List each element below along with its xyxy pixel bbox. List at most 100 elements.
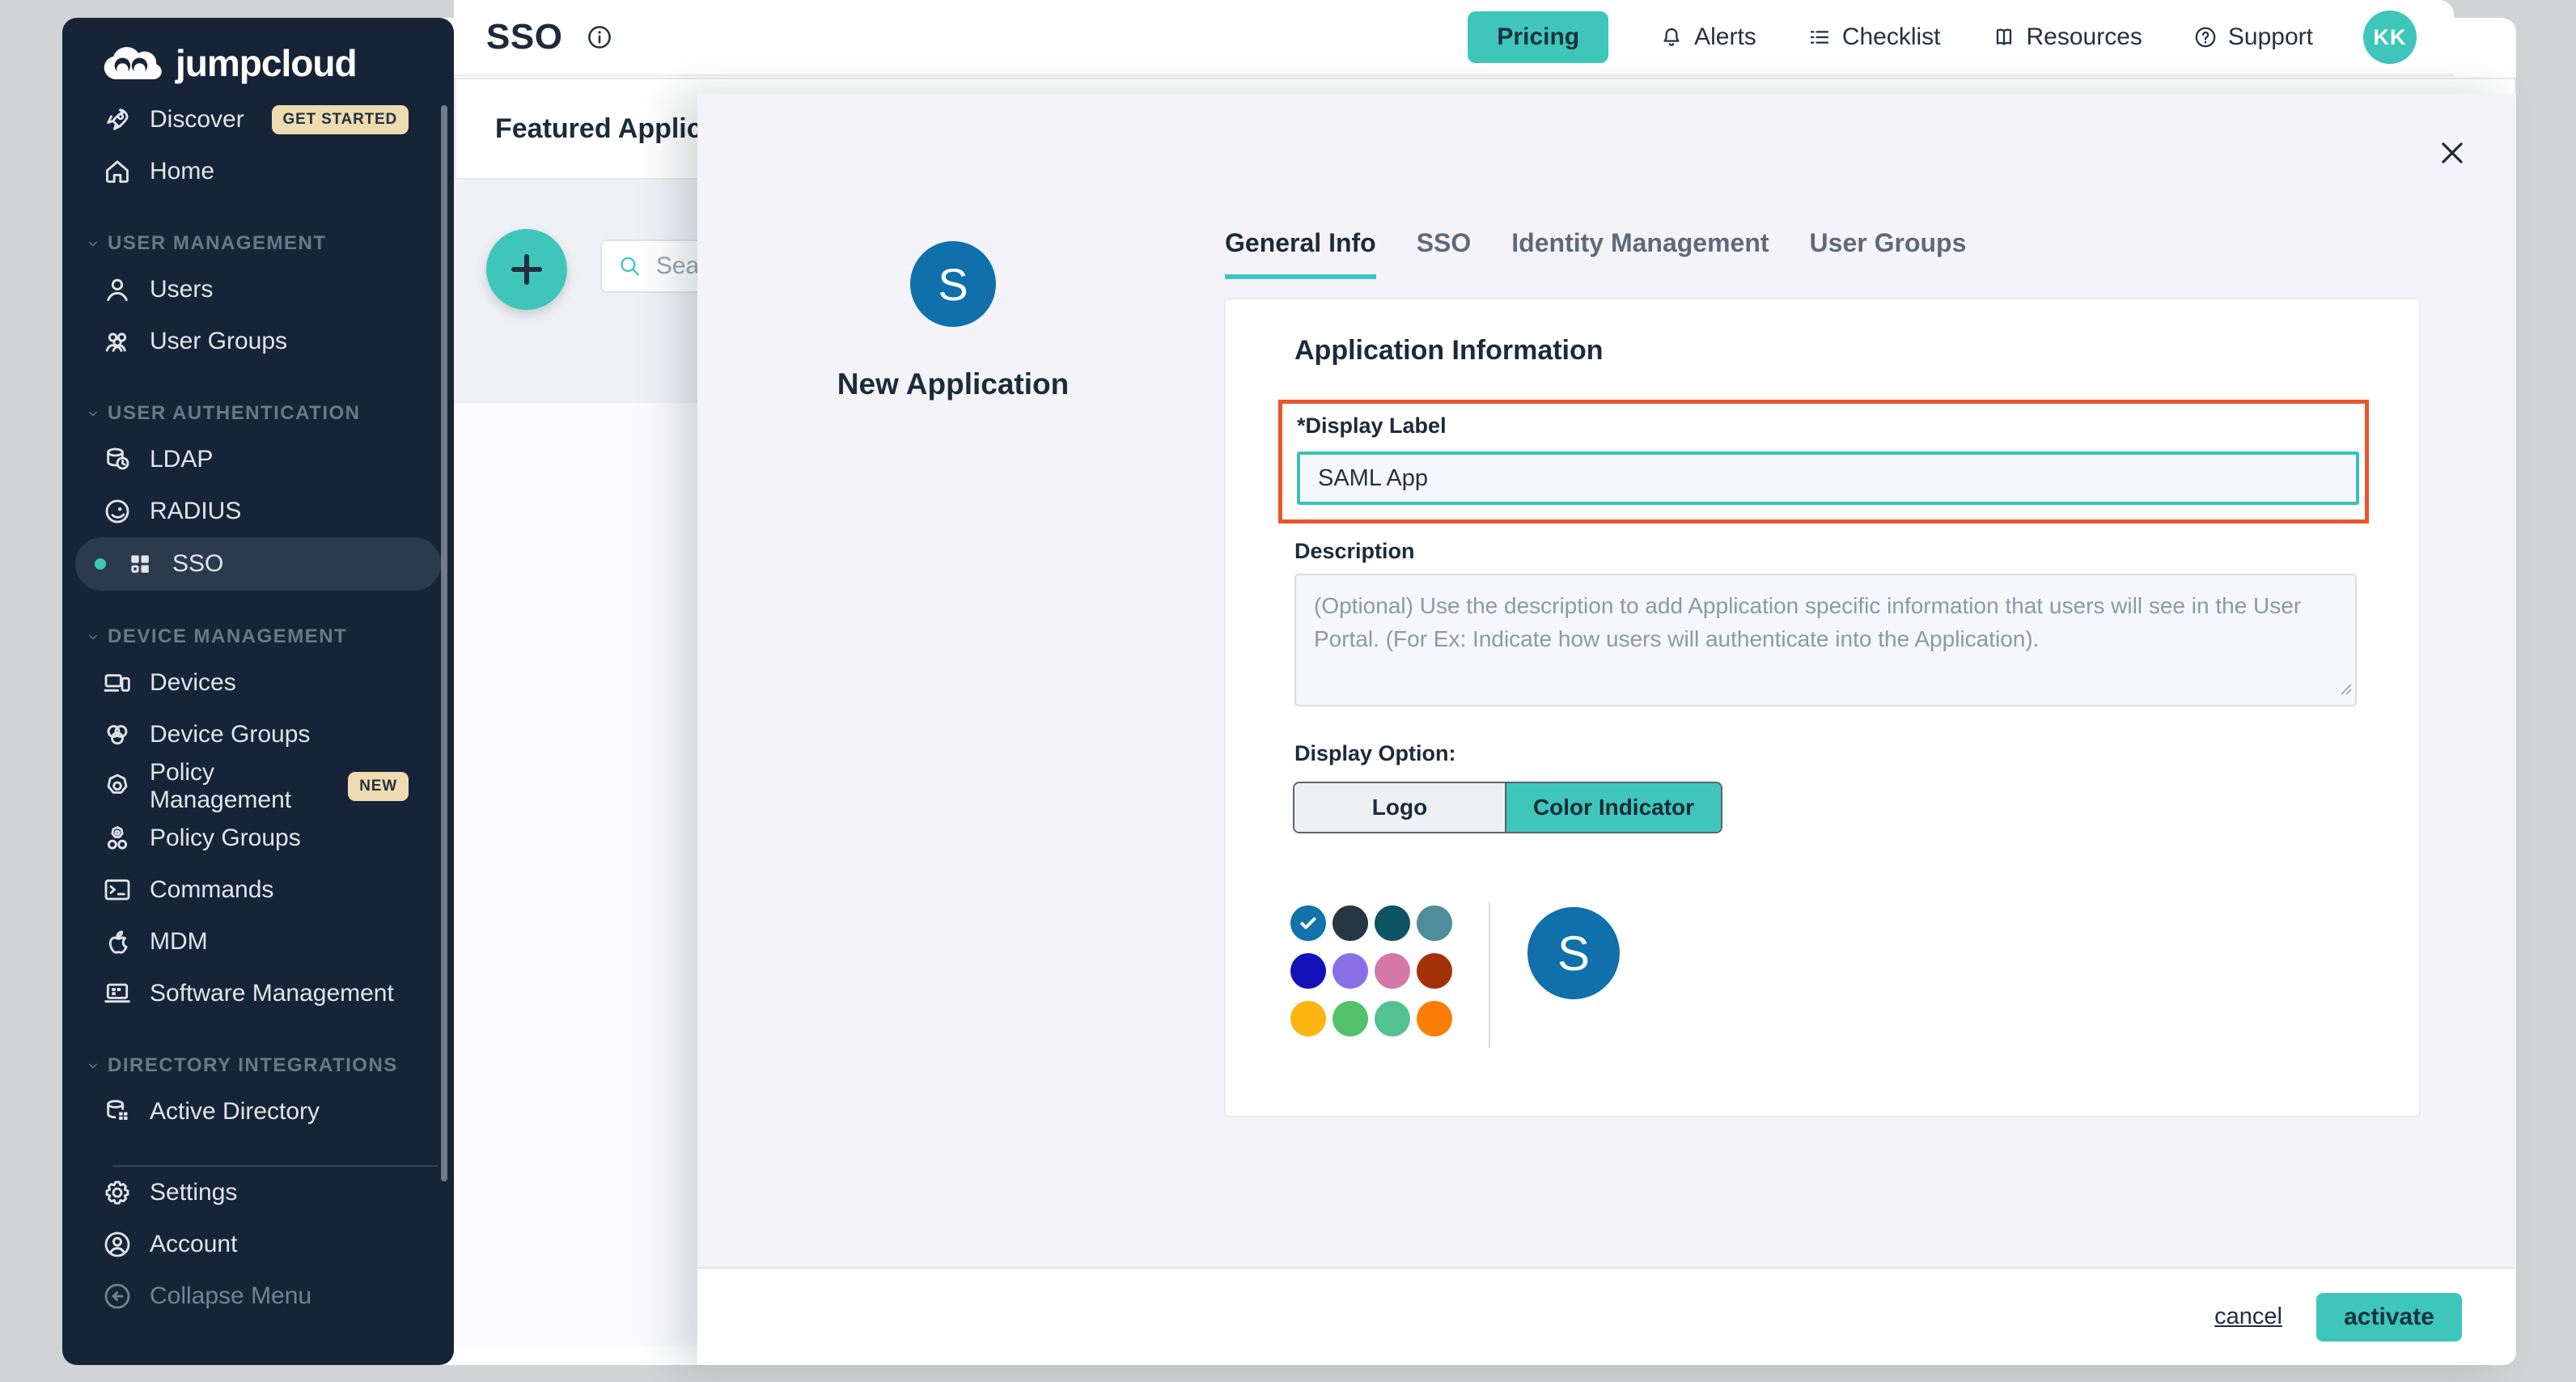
tab-user-groups[interactable]: User Groups [1810, 228, 1967, 279]
sidebar-section: USER AUTHENTICATIONLDAP RADIUS SSO [62, 393, 454, 591]
sidebar-item-label: Commands [150, 876, 273, 904]
sidebar-badge: NEW [348, 772, 409, 801]
grid-icon [124, 548, 156, 580]
sidebar-item-label: Settings [150, 1179, 237, 1206]
cancel-button[interactable]: cancel [2214, 1304, 2282, 1330]
sidebar-section: Discover GET STARTED Home [62, 94, 454, 197]
sidebar-section-header-device-management[interactable]: DEVICE MANAGEMENT [62, 617, 454, 657]
question-icon [2193, 24, 2218, 50]
sidebar-item-label: Policy Management [150, 759, 332, 814]
sidebar-item-label: RADIUS [150, 498, 241, 525]
description-textarea[interactable] [1294, 574, 2357, 706]
brand-name: jumpcloud [176, 41, 357, 85]
sidebar-item-label: Collapse Menu [150, 1282, 311, 1310]
color-swatch-0d5464[interactable] [1375, 905, 1410, 941]
tab-sso[interactable]: SSO [1417, 228, 1472, 279]
sidebar-item-policy-groups[interactable]: Policy Groups [62, 812, 454, 864]
tab-identity-management[interactable]: Identity Management [1511, 228, 1769, 279]
color-preview-badge: S [1527, 907, 1620, 999]
venn-icon [101, 719, 133, 751]
policy-groups-icon [101, 822, 133, 854]
sidebar-item-label: SSO [172, 550, 223, 578]
sidebar-item-users[interactable]: Users [62, 264, 454, 316]
color-swatch-8a70e8[interactable] [1332, 953, 1368, 989]
sidebar-item-ldap[interactable]: LDAP [62, 434, 454, 485]
sidebar-item-policy-management[interactable]: Policy Management NEW [62, 761, 454, 812]
sidebar-item-label: Discover [150, 106, 244, 134]
swatch-preview-divider [1489, 902, 1490, 1048]
color-swatch-1411b8[interactable] [1290, 953, 1326, 989]
top-header: SSO Pricing AlertsChecklistResourcesSupp… [454, 0, 2454, 76]
book-icon [1991, 24, 2017, 50]
gear-icon [101, 1176, 133, 1209]
topnav-checklist[interactable]: Checklist [1807, 23, 1941, 51]
sidebar-item-sso[interactable]: SSO [75, 537, 441, 591]
color-swatch-53c192[interactable] [1375, 1001, 1410, 1036]
sidebar-item-settings[interactable]: Settings [62, 1167, 454, 1219]
display-option-color-indicator[interactable]: Color Indicator [1506, 783, 1721, 832]
application-name: New Application [751, 367, 1155, 401]
jumpcloud-cloud-icon [101, 42, 163, 84]
color-swatch-a33209[interactable] [1417, 953, 1452, 989]
topnav-support[interactable]: Support [2193, 23, 2313, 51]
sidebar-item-active-directory[interactable]: Active Directory [62, 1086, 454, 1138]
apple-icon [101, 926, 133, 958]
rocket-icon [101, 104, 133, 136]
color-swatch-d578a6[interactable] [1375, 953, 1410, 989]
sidebar-item-label: Account [150, 1231, 237, 1258]
color-swatch-53c169[interactable] [1332, 1001, 1368, 1036]
color-swatch-253745[interactable] [1332, 905, 1368, 941]
sidebar-item-account[interactable]: Account [62, 1219, 454, 1270]
sidebar-item-home[interactable]: Home [62, 146, 454, 197]
plus-icon [504, 247, 549, 292]
sidebar-item-label: Home [150, 158, 214, 185]
color-swatch-f87d09[interactable] [1417, 1001, 1452, 1036]
avatar[interactable]: KK [2363, 11, 2417, 64]
application-initial-badge: S [910, 241, 996, 327]
display-option-logo[interactable]: Logo [1294, 783, 1506, 832]
add-application-button[interactable] [486, 229, 567, 310]
sidebar-section-header-user-management[interactable]: USER MANAGEMENT [62, 223, 454, 264]
sidebar-item-commands[interactable]: Commands [62, 864, 454, 916]
sidebar-badge: GET STARTED [272, 105, 409, 134]
bell-icon [1659, 24, 1684, 50]
sidebar-scrollbar[interactable] [441, 105, 447, 1181]
arrow-left-circle-icon [101, 1280, 133, 1312]
chevron-down-icon [85, 405, 101, 422]
sidebar-item-device-groups[interactable]: Device Groups [62, 709, 454, 761]
sidebar-item-mdm[interactable]: MDM [62, 916, 454, 968]
color-swatch-grid [1290, 905, 1452, 1036]
sidebar-item-devices[interactable]: Devices [62, 657, 454, 709]
sidebar-item-collapse-menu[interactable]: Collapse Menu [62, 1270, 454, 1322]
home-icon [101, 155, 133, 188]
sidebar-item-discover[interactable]: Discover GET STARTED [62, 94, 454, 146]
activate-button[interactable]: activate [2316, 1293, 2462, 1342]
topnav-alerts[interactable]: Alerts [1659, 23, 1756, 51]
chevron-down-icon [85, 1058, 101, 1074]
new-application-modal: S New Application General Info SSO Identit… [697, 94, 2516, 1365]
sidebar-section-header-user-authentication[interactable]: USER AUTHENTICATION [62, 393, 454, 434]
close-icon[interactable] [2437, 138, 2468, 168]
sidebar-item-label: Devices [150, 669, 236, 697]
radar-icon [101, 495, 133, 528]
sidebar-section-header-directory-integrations[interactable]: DIRECTORY INTEGRATIONS [62, 1045, 454, 1086]
sidebar-section: USER MANAGEMENTUsersUser Groups [62, 223, 454, 367]
pricing-button[interactable]: Pricing [1468, 11, 1608, 63]
checklist-icon [1807, 24, 1832, 50]
card-heading: Application Information [1294, 335, 1604, 367]
tab-general-info[interactable]: General Info [1225, 228, 1376, 279]
color-swatch-4e8e9b[interactable] [1417, 905, 1452, 941]
sidebar-item-radius[interactable]: RADIUS [62, 485, 454, 537]
topnav-resources[interactable]: Resources [1991, 23, 2142, 51]
sidebar-item-software-management[interactable]: Software Management [62, 968, 454, 1020]
sidebar-section: DEVICE MANAGEMENT Devices Device Groups Pol… [62, 617, 454, 1020]
sidebar-item-label: Device Groups [150, 721, 310, 748]
info-icon[interactable] [585, 23, 614, 52]
sidebar-item-label: Software Management [150, 980, 394, 1007]
color-swatch-1272ab[interactable] [1290, 905, 1326, 941]
sidebar-item-user-groups[interactable]: User Groups [62, 316, 454, 367]
color-swatch-fdb511[interactable] [1290, 1001, 1326, 1036]
users-icon [101, 325, 133, 358]
display-label-input[interactable] [1297, 451, 2359, 505]
brand-logo[interactable]: jumpcloud [101, 40, 454, 86]
